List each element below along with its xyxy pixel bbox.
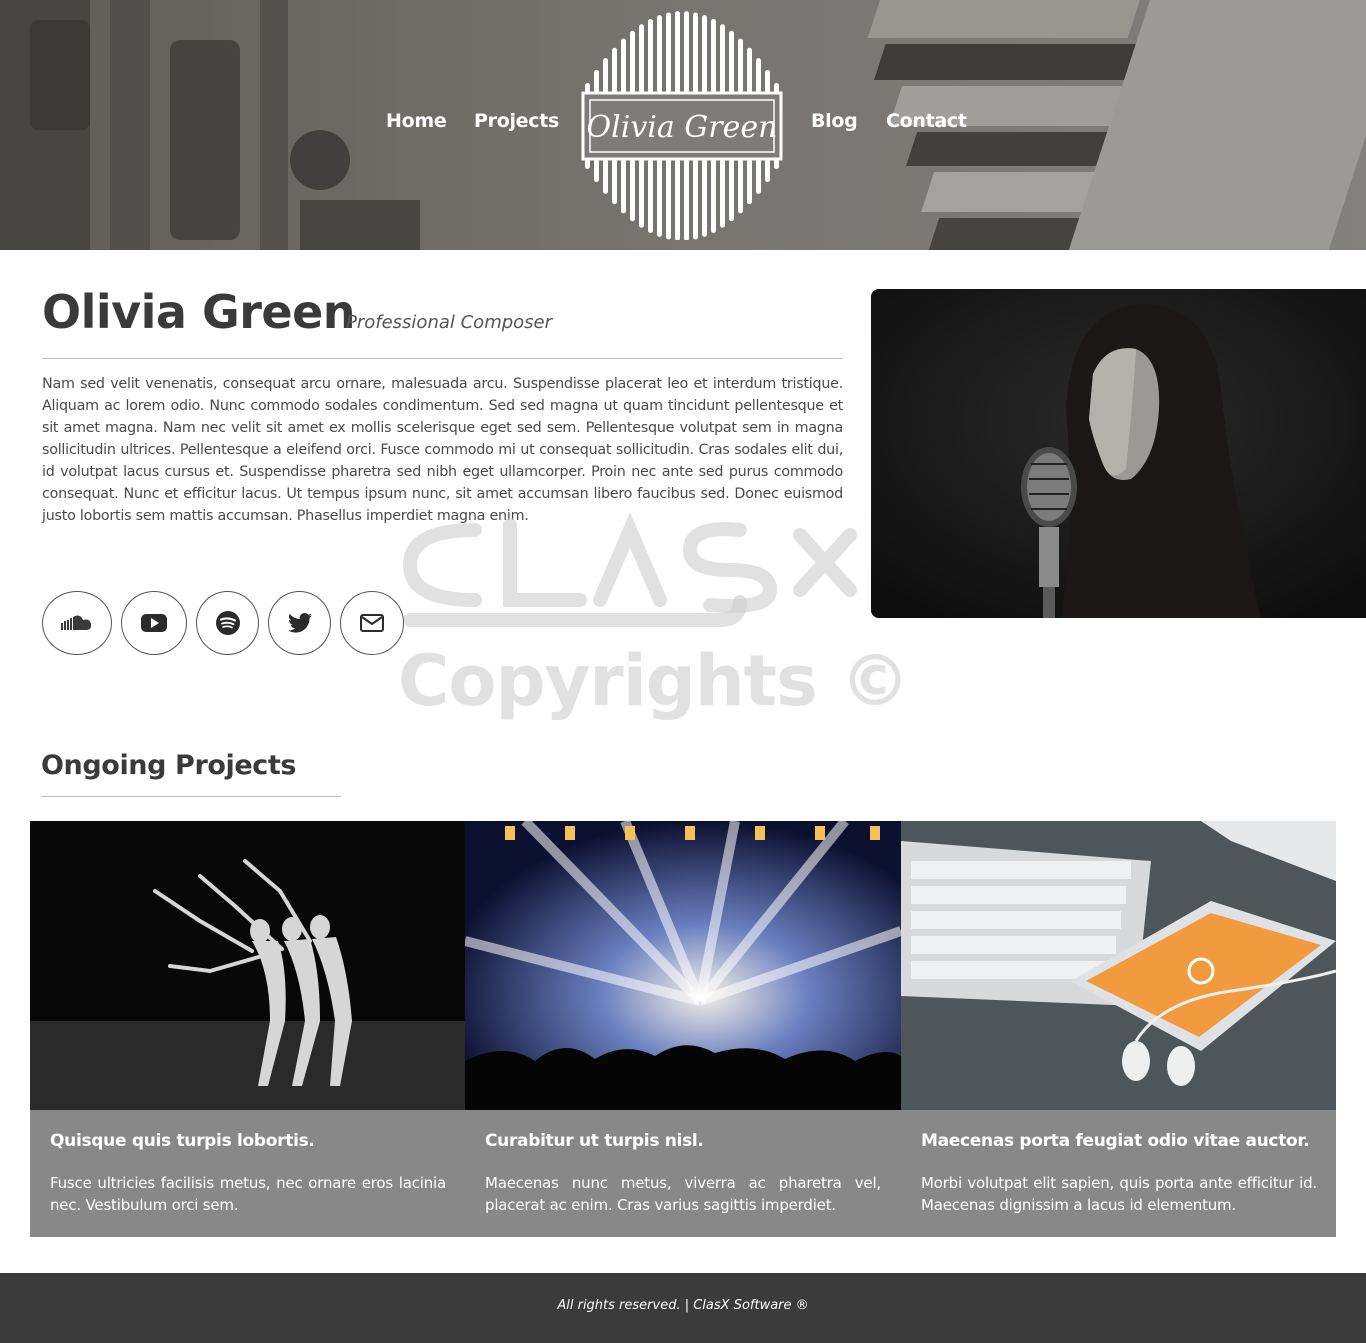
divider [42,358,843,359]
nav-blog[interactable]: Blog [811,110,858,132]
youtube-button[interactable] [121,591,187,655]
dancers-image [30,821,466,1110]
concert-lights-image [465,821,901,1110]
youtube-icon [141,614,167,632]
twitter-icon [287,613,312,633]
artist-name: Olivia Green [42,285,356,339]
project-card-title[interactable]: Curabitur ut turpis nisl. [485,1131,704,1151]
project-card-title[interactable]: Maecenas porta feugiat odio vitae auctor… [921,1131,1310,1151]
phone-keyboard-image [901,821,1336,1110]
bio-text: Nam sed velit venenatis, consequat arcu … [42,376,843,524]
soundwave-logo-graphic: Olivia Green [581,11,783,241]
soundcloud-button[interactable] [42,591,112,655]
project-card-title[interactable]: Quisque quis turpis lobortis. [50,1131,315,1151]
project-card-text: Morbi volutpat elit sapien, quis porta a… [921,1174,1317,1214]
nav-home[interactable]: Home [386,110,447,132]
soundcloud-icon [61,615,92,630]
logo-text: Olivia Green [587,110,778,145]
project-card-text: Fusce ultricies facilisis metus, nec orn… [50,1174,446,1214]
footer-copyright: All rights reserved. | ClasX Software ® [557,1298,809,1313]
envelope-icon [360,614,384,632]
projects-heading: Ongoing Projects [41,750,297,781]
nav-contact[interactable]: Contact [886,110,967,132]
spotify-button[interactable] [196,591,259,655]
artist-portrait-image [871,289,1366,618]
singer-with-microphone-image [871,289,1366,618]
watermark-text: Copyrights © [398,640,910,722]
project-card-text: Maecenas nunc metus, viverra ac pharetra… [485,1174,881,1214]
header-banner: Home Projects Olivia Green Blog Contact [0,0,1366,250]
twitter-button[interactable] [268,591,331,655]
spotify-icon [215,611,240,635]
artist-subtitle: Professional Composer [346,312,553,333]
site-logo[interactable]: Olivia Green [581,10,783,241]
nav-projects[interactable]: Projects [474,110,559,132]
divider [41,796,341,797]
email-button[interactable] [340,591,404,655]
